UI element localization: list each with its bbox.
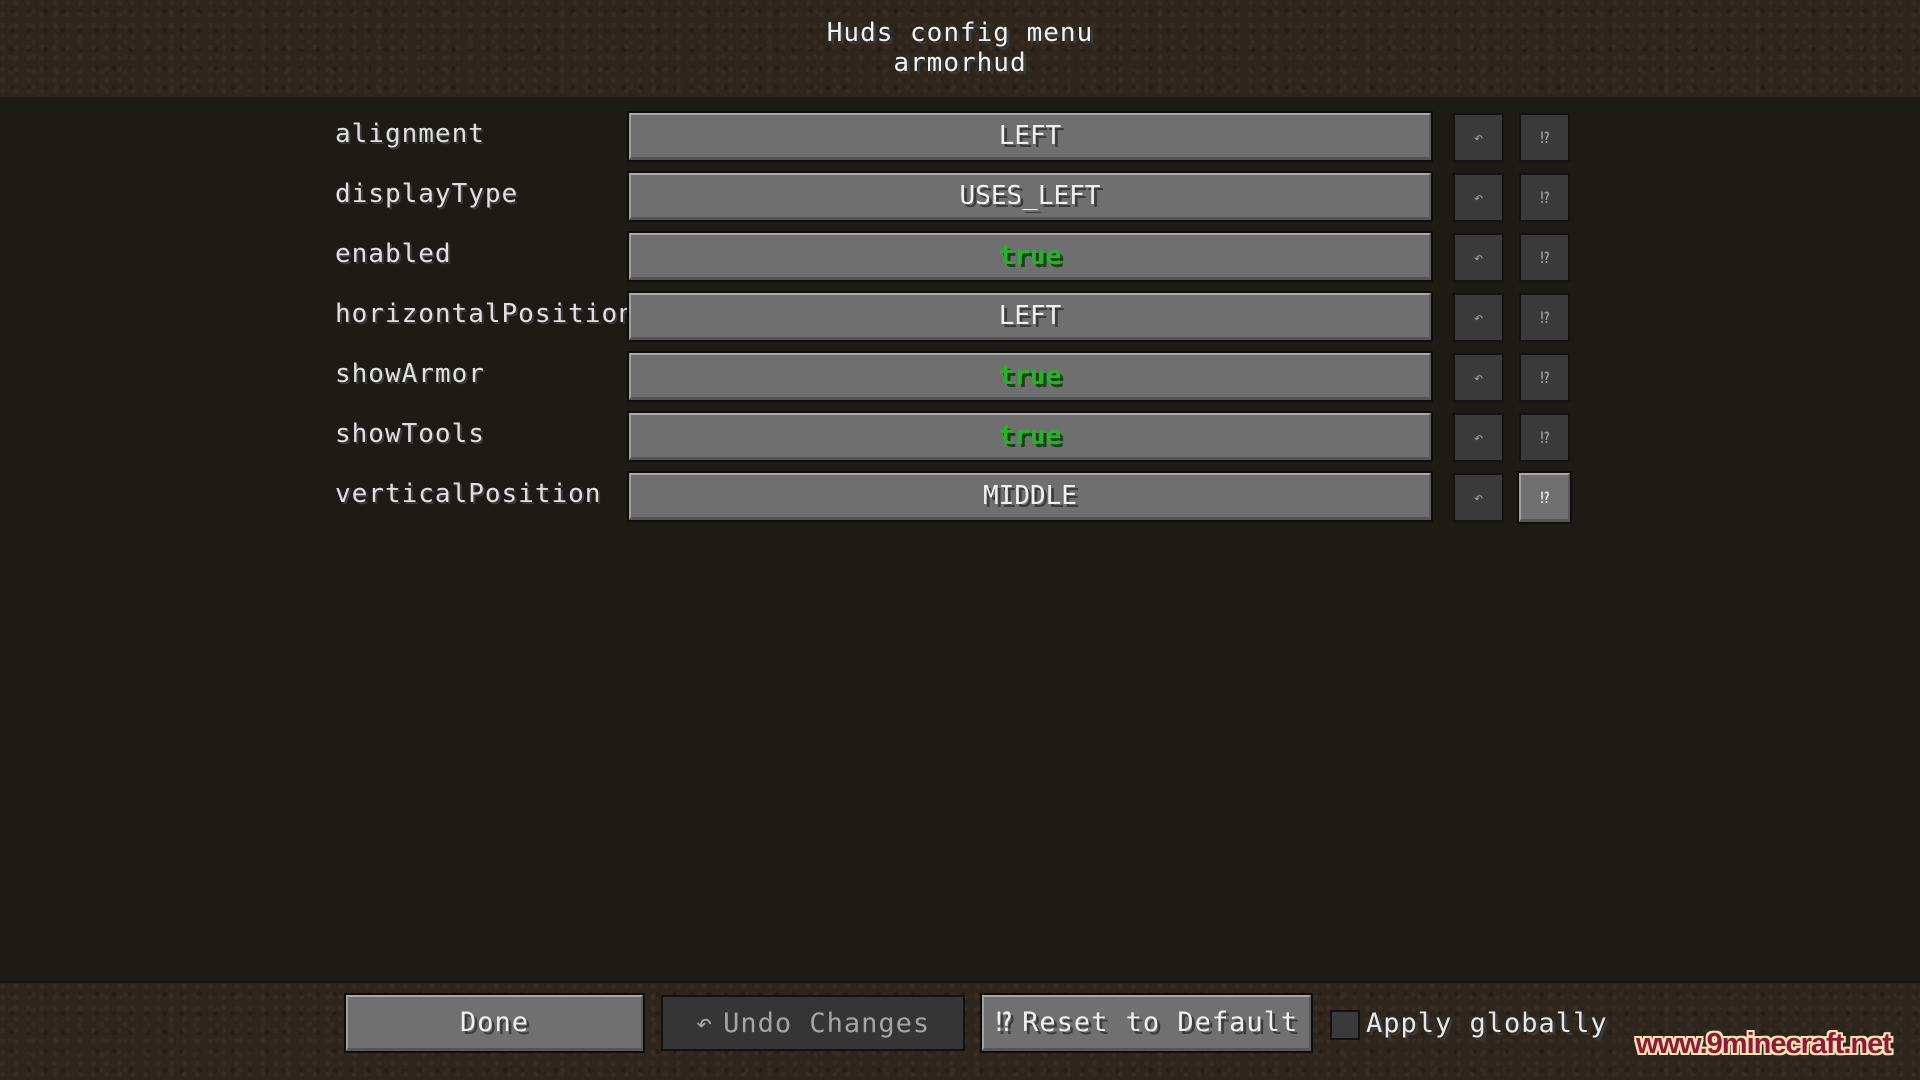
undo-option-button[interactable]: ↶ bbox=[1453, 413, 1504, 462]
undo-option-button[interactable]: ↶ bbox=[1453, 233, 1504, 282]
option-label: horizontalPosition bbox=[335, 299, 635, 329]
apply-globally-label[interactable]: Apply globally bbox=[1366, 1008, 1608, 1039]
undo-icon: ↶ bbox=[1473, 488, 1484, 507]
option-value-button[interactable]: LEFT bbox=[627, 111, 1433, 162]
option-label: showTools bbox=[335, 419, 485, 449]
reset-option-button[interactable]: ⁉ bbox=[1519, 233, 1570, 282]
option-value-button[interactable]: true bbox=[627, 231, 1433, 282]
reset-option-button[interactable]: ⁉ bbox=[1519, 173, 1570, 222]
undo-option-button[interactable]: ↶ bbox=[1453, 173, 1504, 222]
option-value-button[interactable]: LEFT bbox=[627, 291, 1433, 342]
undo-icon: ↶ bbox=[1473, 308, 1484, 327]
option-value-button[interactable]: true bbox=[627, 411, 1433, 462]
reset-option-button[interactable]: ⁉ bbox=[1519, 113, 1570, 162]
option-label: displayType bbox=[335, 179, 519, 209]
option-label: alignment bbox=[335, 119, 485, 149]
option-row-alignment: alignment LEFT ↶ ⁉ bbox=[0, 111, 1920, 162]
reset-to-default-label: Reset to Default bbox=[1022, 1007, 1299, 1038]
screen-subtitle: armorhud bbox=[893, 48, 1027, 78]
undo-option-button[interactable]: ↶ bbox=[1453, 113, 1504, 162]
done-label: Done bbox=[459, 1007, 530, 1038]
option-value-button[interactable]: true bbox=[627, 351, 1433, 402]
option-label: showArmor bbox=[335, 359, 485, 389]
watermark: www.9minecraft.net bbox=[1636, 1028, 1892, 1060]
reset-icon: ⁉ bbox=[1539, 128, 1550, 147]
undo-option-button[interactable]: ↶ bbox=[1453, 293, 1504, 342]
option-value-button[interactable]: USES_LEFT bbox=[627, 171, 1433, 222]
option-row-showTools: showTools true ↶ ⁉ bbox=[0, 411, 1920, 462]
undo-icon: ↶ bbox=[1473, 428, 1484, 447]
reset-option-button[interactable]: ⁉ bbox=[1519, 413, 1570, 462]
undo-changes-label: Undo Changes bbox=[723, 1007, 931, 1039]
options-list[interactable] bbox=[0, 97, 1920, 983]
reset-option-button[interactable]: ⁉ bbox=[1519, 353, 1570, 402]
header-bar: Huds config menu armorhud bbox=[0, 0, 1920, 97]
option-value-button[interactable]: MIDDLE bbox=[627, 471, 1433, 522]
reset-icon: ⁉ bbox=[1539, 487, 1550, 507]
option-value: USES_LEFT bbox=[959, 181, 1101, 211]
option-value: LEFT bbox=[998, 301, 1062, 331]
reset-icon: ⁉ bbox=[1539, 308, 1550, 327]
option-label: enabled bbox=[335, 239, 452, 269]
option-row-showArmor: showArmor true ↶ ⁉ bbox=[0, 351, 1920, 402]
reset-icon: ⁉ bbox=[994, 1007, 1013, 1038]
undo-icon: ↶ bbox=[695, 1007, 714, 1039]
undo-icon: ↶ bbox=[1473, 128, 1484, 147]
option-label: verticalPosition bbox=[335, 479, 602, 509]
reset-option-button[interactable]: ⁉ bbox=[1517, 471, 1572, 524]
option-value: true bbox=[998, 361, 1062, 391]
option-row-displayType: displayType USES_LEFT ↶ ⁉ bbox=[0, 171, 1920, 222]
option-row-verticalPosition: verticalPosition MIDDLE ↶ ⁉ bbox=[0, 471, 1920, 524]
option-value: true bbox=[998, 421, 1062, 451]
undo-icon: ↶ bbox=[1473, 248, 1484, 267]
undo-option-button[interactable]: ↶ bbox=[1453, 473, 1504, 522]
undo-option-button[interactable]: ↶ bbox=[1453, 353, 1504, 402]
reset-icon: ⁉ bbox=[1539, 248, 1550, 267]
screen-title: Huds config menu bbox=[826, 18, 1094, 48]
option-row-enabled: enabled true ↶ ⁉ bbox=[0, 231, 1920, 282]
reset-icon: ⁉ bbox=[1539, 368, 1550, 387]
done-button[interactable]: Done bbox=[344, 993, 645, 1053]
undo-icon: ↶ bbox=[1473, 188, 1484, 207]
option-value: MIDDLE bbox=[983, 481, 1077, 511]
option-row-horizontalPosition: horizontalPosition LEFT ↶ ⁉ bbox=[0, 291, 1920, 342]
reset-icon: ⁉ bbox=[1539, 188, 1550, 207]
option-value: true bbox=[998, 241, 1062, 271]
option-value: LEFT bbox=[998, 121, 1062, 151]
reset-to-default-button[interactable]: ⁉ Reset to Default bbox=[980, 993, 1313, 1053]
reset-option-button[interactable]: ⁉ bbox=[1519, 293, 1570, 342]
undo-changes-button[interactable]: ↶ Undo Changes bbox=[661, 995, 965, 1051]
reset-icon: ⁉ bbox=[1539, 428, 1550, 447]
undo-icon: ↶ bbox=[1473, 368, 1484, 387]
apply-globally-checkbox[interactable] bbox=[1330, 1010, 1360, 1040]
